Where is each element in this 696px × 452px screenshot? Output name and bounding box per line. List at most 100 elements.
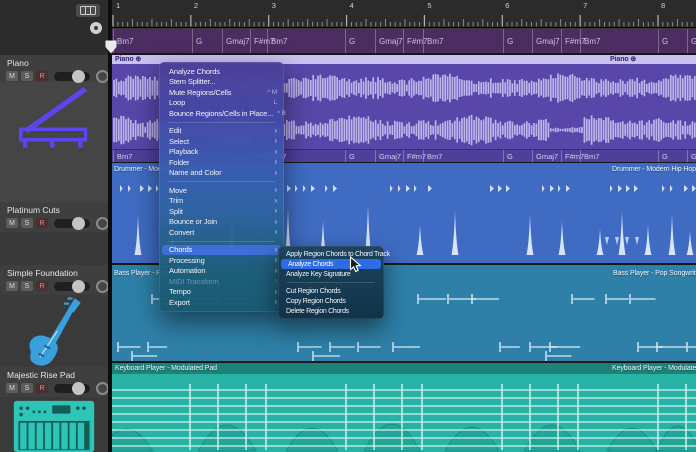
bar-ruler[interactable]: 12345678 bbox=[112, 0, 696, 28]
solo-button[interactable]: S bbox=[21, 71, 33, 81]
record-enable-button[interactable]: R bbox=[36, 383, 48, 393]
chords-submenu-item-copy-region-chords[interactable]: Copy Region Chords bbox=[278, 296, 384, 306]
track-header-sidebar: Piano M S R Platinum Cuts M S R bbox=[0, 0, 108, 452]
musical-typing-button[interactable] bbox=[76, 4, 100, 17]
region-context-menu: Analyze ChordsStem Splitter...Mute Regio… bbox=[159, 62, 284, 312]
context-menu-item-export[interactable]: Export › bbox=[159, 297, 284, 308]
context-menu-item-playback[interactable]: Playback › bbox=[159, 147, 284, 158]
menu-shortcut: L bbox=[274, 99, 277, 106]
chords-submenu-item-delete-region-chords[interactable]: Delete Region Chords bbox=[278, 306, 384, 316]
menu-item-label: Export bbox=[169, 298, 190, 307]
volume-slider[interactable] bbox=[54, 72, 90, 81]
chord-label: Gmaj7 bbox=[532, 29, 560, 53]
chord-track[interactable]: Bm7GGmaj7F#m7Bm7GGmaj7F#m7Bm7GGmaj7F#m7B… bbox=[112, 28, 696, 53]
track-header-simple-foundation[interactable]: Simple Foundation M S R bbox=[0, 265, 108, 368]
context-menu-item-folder[interactable]: Folder› bbox=[159, 157, 284, 168]
chords-submenu-item-analyze-key-signature[interactable]: Analyze Key Signature bbox=[278, 269, 384, 279]
menu-item-label: Stem Splitter... bbox=[169, 77, 215, 86]
submenu-chevron-icon: › bbox=[274, 169, 277, 177]
chord-label: Gmaj7 bbox=[532, 150, 558, 162]
mouse-cursor bbox=[349, 256, 363, 279]
submenu-chevron-icon: › bbox=[274, 246, 277, 254]
chord-label: Bm7 bbox=[580, 29, 600, 53]
submenu-chevron-icon: › bbox=[274, 228, 277, 236]
chords-submenu-item-apply-region-chords-to-chord-track[interactable]: Apply Region Chords to Chord Track bbox=[278, 249, 384, 259]
menu-item-label: Trim bbox=[169, 196, 183, 205]
submenu-chevron-icon: › bbox=[274, 207, 277, 215]
menu-shortcut: ^ M bbox=[267, 89, 277, 96]
piano-keys-icon bbox=[80, 6, 96, 15]
menu-item-label: Apply Region Chords to Chord Track bbox=[286, 251, 390, 258]
chords-submenu-item-analyze-chords[interactable]: Analyze Chords bbox=[281, 259, 381, 269]
playhead-marker[interactable] bbox=[105, 40, 117, 59]
chord-label: Bm7 bbox=[267, 29, 287, 53]
record-enable-button[interactable]: R bbox=[36, 218, 48, 228]
menu-item-label: Mute Regions/Cells bbox=[169, 88, 231, 97]
solo-button[interactable]: S bbox=[21, 383, 33, 393]
context-menu-item-trim[interactable]: Trim› bbox=[159, 196, 284, 207]
ruler-bar-number: 4 bbox=[350, 1, 354, 10]
ruler-bar-number: 7 bbox=[583, 1, 587, 10]
menu-item-label: Playback bbox=[169, 147, 198, 156]
context-menu-item-select[interactable]: Select› bbox=[159, 136, 284, 147]
mute-button[interactable]: M bbox=[6, 383, 18, 393]
menu-item-label: Chords bbox=[169, 245, 192, 254]
track-header-piano[interactable]: Piano M S R bbox=[0, 55, 108, 203]
track-header-majestic-rise-pad[interactable]: Majestic Rise Pad M S R bbox=[0, 367, 108, 452]
volume-slider[interactable] bbox=[54, 282, 90, 291]
submenu-chevron-icon: › bbox=[274, 298, 277, 306]
solo-button[interactable]: S bbox=[21, 281, 33, 291]
track-header-platinum-cuts[interactable]: Platinum Cuts M S R bbox=[0, 202, 108, 266]
menu-item-label: Analyze Chords bbox=[288, 261, 333, 268]
menu-separator bbox=[168, 122, 275, 123]
submenu-chevron-icon: › bbox=[274, 127, 277, 135]
context-menu-item-mute-regions-cells[interactable]: Mute Regions/Cells ^ M bbox=[159, 87, 284, 98]
record-enable-button[interactable]: R bbox=[36, 281, 48, 291]
chords-submenu-item-cut-region-chords[interactable]: Cut Region Chords bbox=[278, 286, 384, 296]
context-menu-item-bounce-regions-cells-in-place[interactable]: Bounce Regions/Cells in Place...^ B bbox=[159, 108, 284, 119]
solo-button[interactable]: S bbox=[21, 218, 33, 228]
region-label: Piano ⊕ bbox=[610, 55, 636, 64]
menu-item-label: Convert bbox=[169, 228, 194, 237]
keyboard-region[interactable]: Keyboard Player - Modulated Pad Keyboard… bbox=[112, 363, 696, 452]
ruler-bar-number: 8 bbox=[661, 1, 665, 10]
context-menu-item-move[interactable]: Move› bbox=[159, 185, 284, 196]
chord-label: G bbox=[503, 150, 513, 162]
menu-item-label: Copy Region Chords bbox=[286, 298, 346, 305]
menu-item-label: Delete Region Chords bbox=[286, 308, 349, 315]
context-menu-item-automation[interactable]: Automation› bbox=[159, 266, 284, 277]
menu-item-label: Edit bbox=[169, 126, 181, 135]
track-zoom-button[interactable] bbox=[90, 22, 102, 34]
submenu-chevron-icon: › bbox=[274, 256, 277, 264]
context-menu-item-bounce-or-join[interactable]: Bounce or Join› bbox=[159, 217, 284, 228]
menu-separator bbox=[168, 181, 275, 182]
mute-button[interactable]: M bbox=[6, 281, 18, 291]
record-enable-button[interactable]: R bbox=[36, 71, 48, 81]
context-menu-item-chords[interactable]: Chords › bbox=[162, 245, 281, 256]
track-name: Platinum Cuts bbox=[7, 205, 60, 215]
context-menu-item-analyze-chords[interactable]: Analyze Chords bbox=[159, 66, 284, 77]
context-menu-item-processing[interactable]: Processing› bbox=[159, 255, 284, 266]
context-menu-item-edit[interactable]: Edit › bbox=[159, 126, 284, 137]
context-menu-item-tempo[interactable]: Tempo› bbox=[159, 287, 284, 298]
mute-button[interactable]: M bbox=[6, 218, 18, 228]
chord-label: Bm7 bbox=[113, 150, 132, 162]
context-menu-item-name-and-color[interactable]: Name and Color› bbox=[159, 168, 284, 179]
menu-item-label: Folder bbox=[169, 158, 189, 167]
mute-button[interactable]: M bbox=[6, 71, 18, 81]
chord-label: G bbox=[192, 29, 202, 53]
submenu-chevron-icon: › bbox=[274, 148, 277, 156]
menu-item-label: Cut Region Chords bbox=[286, 288, 340, 295]
menu-item-label: Move bbox=[169, 186, 187, 195]
chord-label: Bm7 bbox=[423, 150, 442, 162]
chord-label: G bbox=[345, 29, 355, 53]
context-menu-item-split[interactable]: Split› bbox=[159, 206, 284, 217]
ruler-bar-number: 1 bbox=[116, 1, 120, 10]
context-menu-item-stem-splitter[interactable]: Stem Splitter... bbox=[159, 77, 284, 88]
context-menu-item-loop[interactable]: LoopL bbox=[159, 98, 284, 109]
context-menu-item-convert[interactable]: Convert › bbox=[159, 227, 284, 238]
volume-slider[interactable] bbox=[54, 384, 90, 393]
submenu-chevron-icon: › bbox=[274, 277, 277, 285]
chord-label: Gmaj7 bbox=[687, 29, 696, 53]
volume-slider[interactable] bbox=[54, 219, 90, 228]
